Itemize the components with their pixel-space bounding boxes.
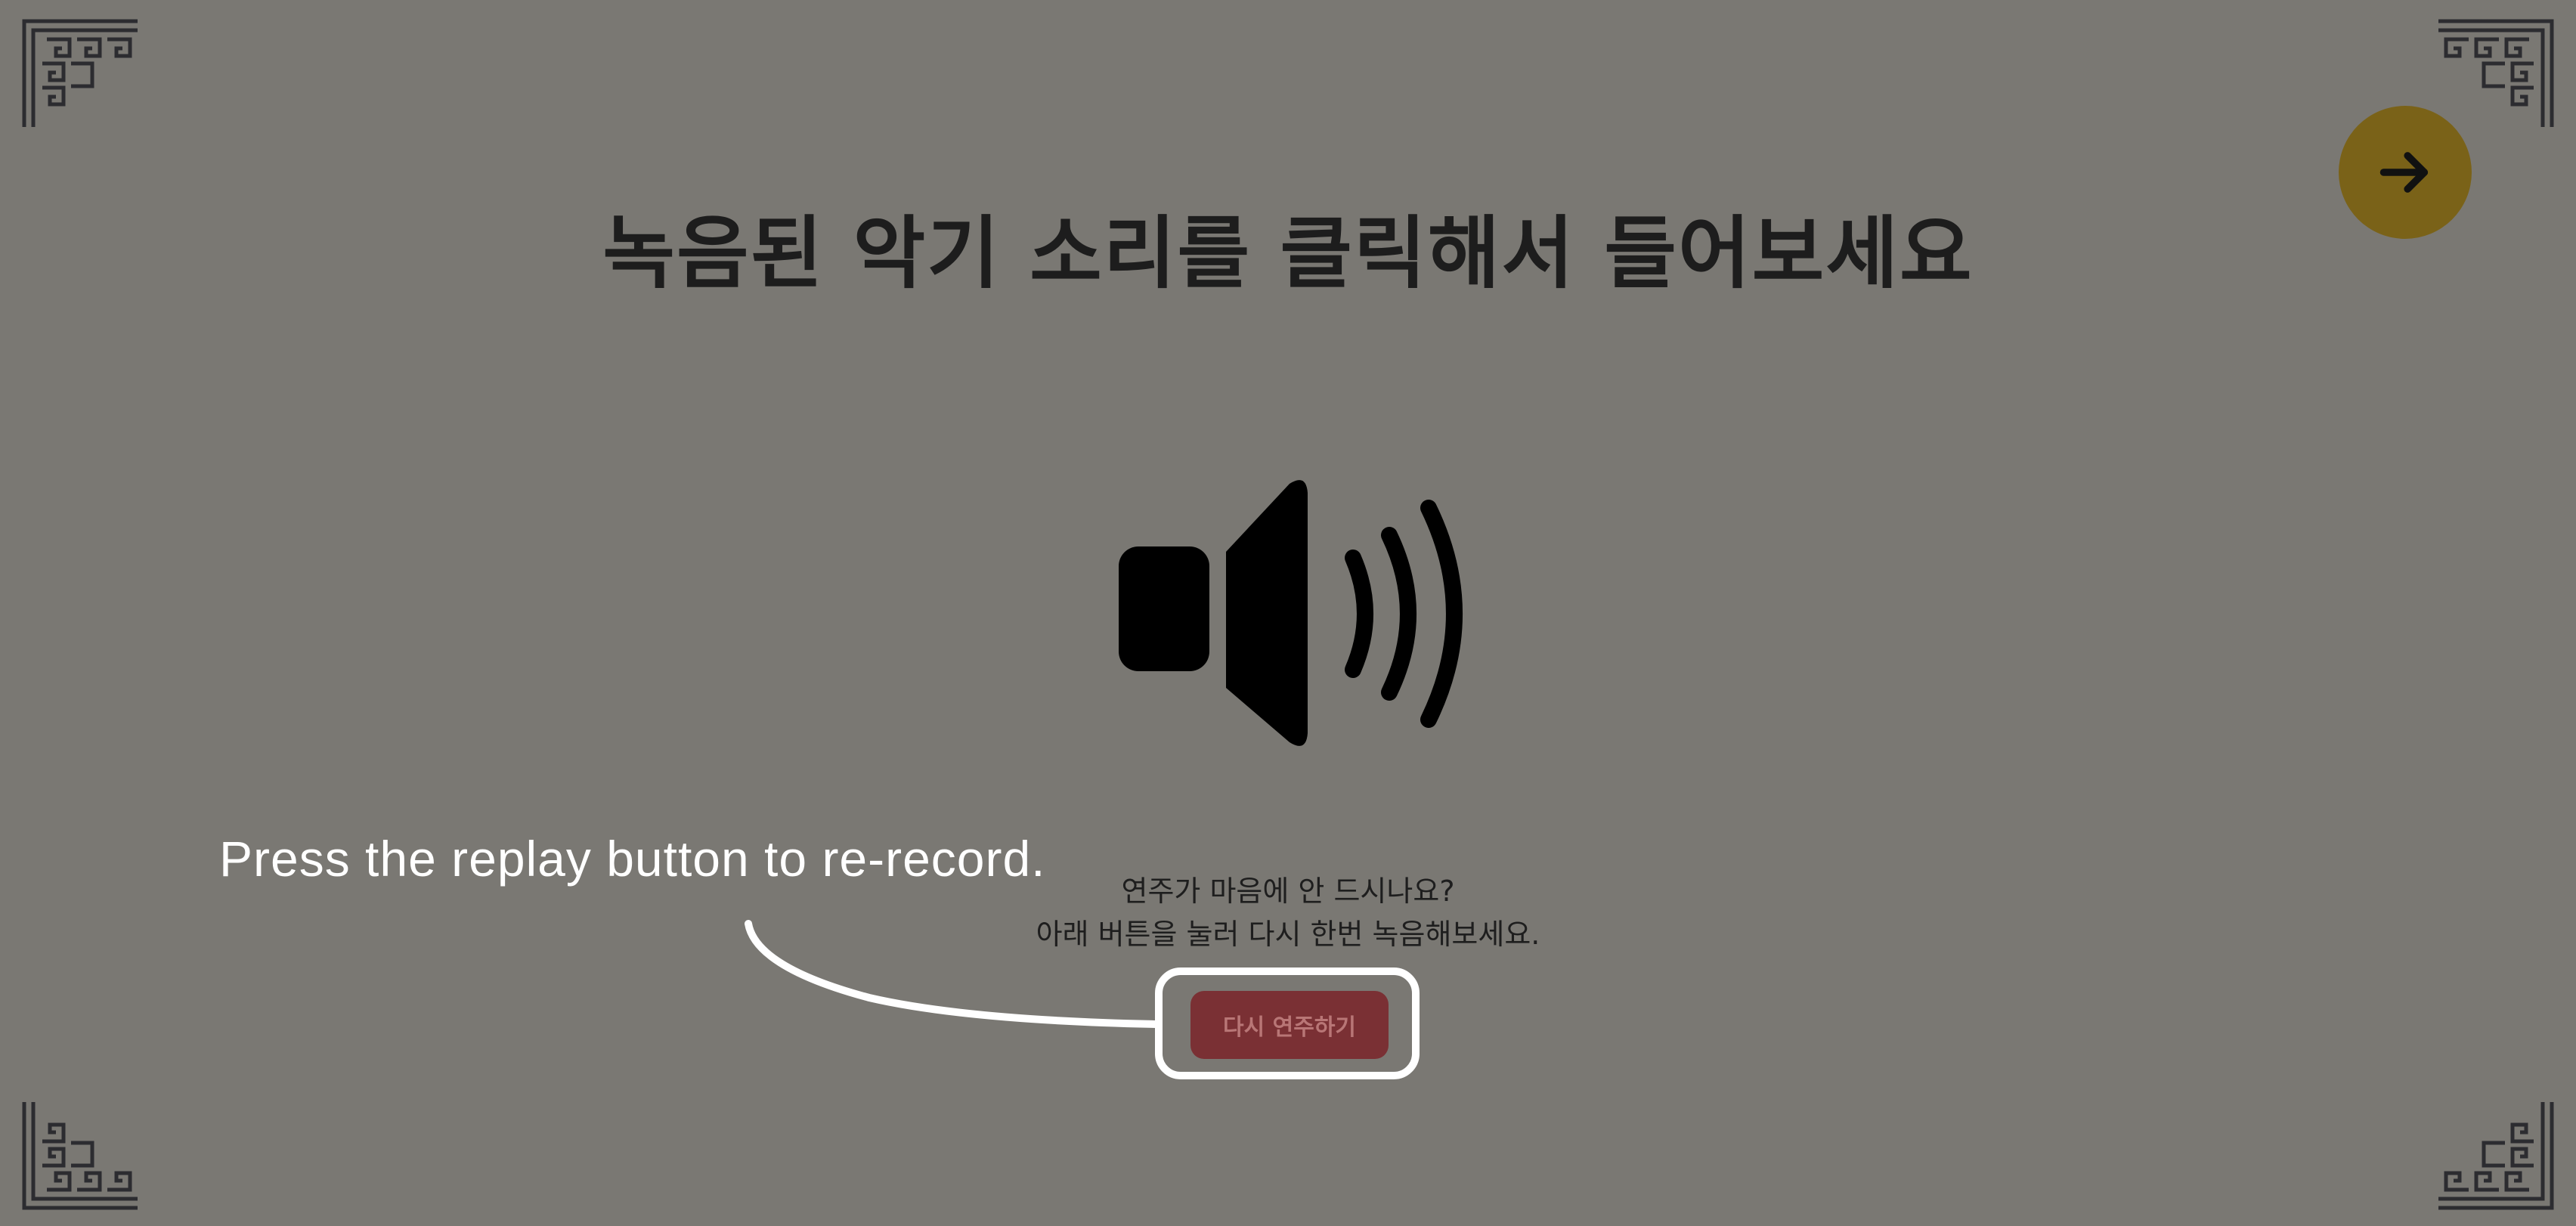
- next-button[interactable]: [2339, 106, 2472, 239]
- replay-button[interactable]: 다시 연주하기: [1190, 991, 1389, 1059]
- page-title: 녹음된 악기 소리를 클릭해서 들어보세요: [602, 207, 1974, 299]
- corner-ornament-top-left: [17, 14, 145, 127]
- speaker-icon: [1119, 480, 1463, 746]
- recording-playback-screen: 녹음된 악기 소리를 클릭해서 들어보세요 연주가 마음에 안 드시나요? 아래…: [0, 0, 2576, 1226]
- corner-ornament-bottom-left: [17, 1102, 145, 1215]
- annotation-caption: Press the replay button to re-record.: [219, 831, 1046, 887]
- play-recording-speaker[interactable]: [1111, 476, 1466, 752]
- retry-prompt-line2: 아래 버튼을 눌러 다시 한번 녹음해보세요.: [1036, 918, 1540, 951]
- arrow-right-icon: [2379, 152, 2429, 193]
- corner-ornament-bottom-right: [2431, 1102, 2559, 1215]
- corner-ornament-top-right: [2431, 14, 2559, 127]
